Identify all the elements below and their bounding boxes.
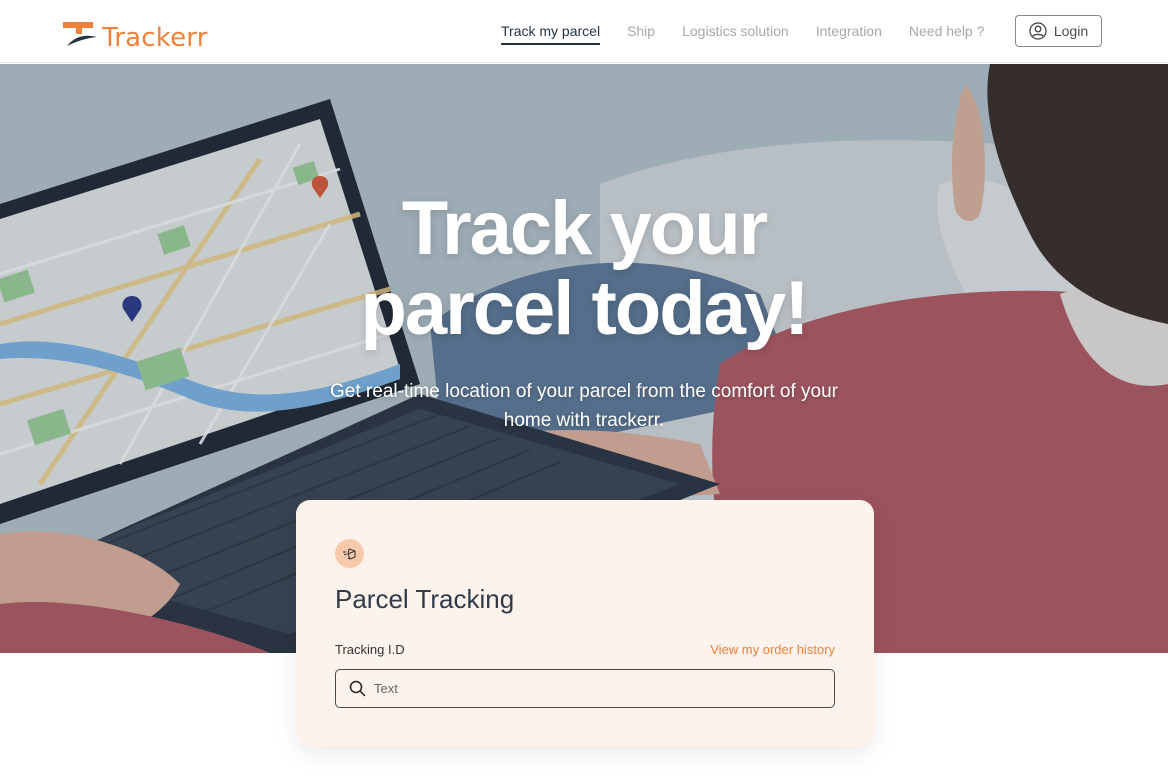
brand-logo[interactable]: Trackerr (63, 17, 208, 53)
user-circle-icon (1029, 22, 1047, 40)
tracking-id-label: Tracking I.D (335, 642, 405, 657)
top-navbar: Trackerr Track my parcel Ship Logistics … (0, 0, 1168, 63)
nav-need-help[interactable]: Need help ? (909, 22, 985, 45)
tracking-id-search[interactable] (335, 669, 835, 708)
hero-title-line-2: parcel today! (360, 266, 809, 351)
brand-name: Trackerr (102, 23, 208, 53)
tracking-id-input[interactable] (374, 681, 814, 696)
page: Trackerr Track my parcel Ship Logistics … (0, 0, 1168, 780)
order-history-link[interactable]: View my order history (710, 642, 835, 657)
main-nav: Track my parcel Ship Logistics solution … (501, 22, 1011, 45)
hero-title: Track your parcel today! (0, 189, 1168, 349)
hero-title-line-1: Track your (401, 186, 768, 271)
search-icon (349, 680, 366, 697)
nav-ship[interactable]: Ship (627, 22, 655, 45)
card-title: Parcel Tracking (335, 584, 515, 614)
login-button[interactable]: Login (1015, 15, 1102, 47)
parcel-tracking-card: Parcel Tracking Tracking I.D View my ord… (296, 500, 874, 746)
hero-subtitle: Get real-time location of your parcel fr… (330, 381, 838, 431)
logo-mark-icon (63, 22, 97, 46)
nav-integration[interactable]: Integration (816, 22, 882, 45)
nav-logistics-solution[interactable]: Logistics solution (682, 22, 789, 45)
nav-track-my-parcel[interactable]: Track my parcel (501, 22, 601, 45)
login-label: Login (1053, 23, 1089, 39)
parcel-box-icon (335, 539, 364, 568)
